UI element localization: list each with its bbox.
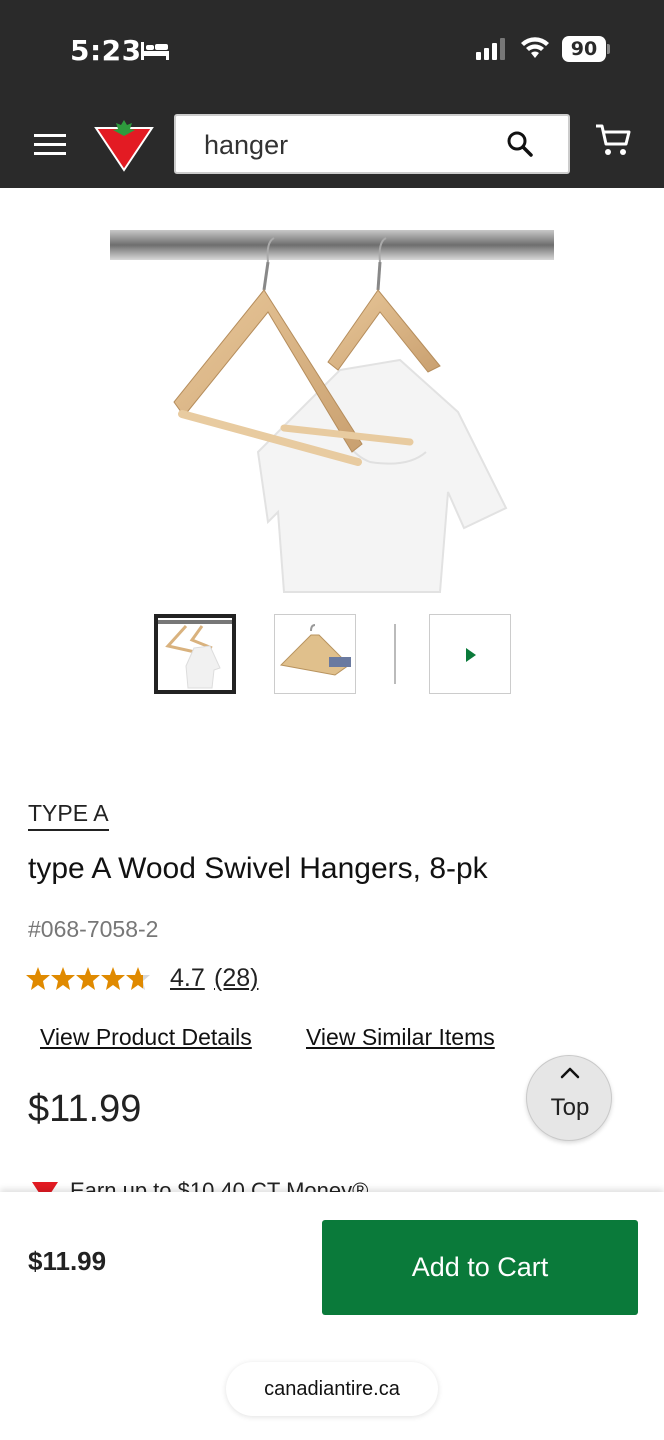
product-brand-link[interactable]: TYPE A bbox=[28, 800, 109, 831]
product-title: type A Wood Swivel Hangers, 8-pk bbox=[28, 852, 488, 885]
add-to-cart-button[interactable]: Add to Cart bbox=[322, 1220, 638, 1315]
product-price: $11.99 bbox=[28, 1088, 142, 1130]
product-sku: #068-7058-2 bbox=[28, 916, 159, 942]
thumbnail-2[interactable] bbox=[274, 614, 356, 694]
status-time: 5:23 bbox=[70, 34, 142, 67]
browser-url-bar[interactable]: canadiantire.ca bbox=[226, 1362, 438, 1416]
search-input-value: hanger bbox=[204, 130, 289, 160]
chevron-up-icon bbox=[560, 1067, 580, 1079]
ct-money-earn-text: Earn up to $10.40 CT Money® bbox=[70, 1178, 369, 1192]
view-product-details-link[interactable]: View Product Details bbox=[40, 1024, 252, 1051]
hamburger-menu-icon[interactable] bbox=[34, 132, 68, 158]
battery-tip bbox=[607, 44, 610, 54]
review-count-link[interactable]: (28) bbox=[214, 964, 258, 993]
sleep-mode-icon bbox=[141, 42, 169, 60]
search-icon[interactable] bbox=[506, 130, 534, 158]
canadian-tire-logo[interactable] bbox=[94, 118, 154, 172]
thumbnail-2-image bbox=[279, 624, 351, 676]
back-to-top-label: Top bbox=[550, 1094, 590, 1121]
wifi-icon bbox=[521, 37, 549, 58]
ct-money-earn-row: Earn up to $10.40 CT Money® bbox=[28, 1174, 648, 1192]
thumbnail-video[interactable] bbox=[429, 614, 511, 694]
rating-value-link[interactable]: 4.7 bbox=[170, 964, 205, 993]
browser-url-text: canadiantire.ca bbox=[264, 1378, 400, 1400]
product-main-image[interactable] bbox=[108, 222, 556, 594]
cellular-signal-icon bbox=[476, 38, 505, 60]
cart-icon[interactable] bbox=[594, 122, 632, 158]
play-icon bbox=[466, 648, 476, 662]
thumbnail-1[interactable] bbox=[154, 614, 236, 694]
back-to-top-button[interactable]: Top bbox=[526, 1055, 612, 1141]
thumbnail-1-image bbox=[158, 620, 232, 689]
sticky-price: $11.99 bbox=[28, 1246, 107, 1276]
ct-triangle-icon bbox=[32, 1182, 58, 1192]
status-bar: 5:23 90 bbox=[0, 0, 664, 100]
thumbnail-divider bbox=[394, 624, 396, 684]
search-input[interactable]: hanger bbox=[174, 114, 570, 174]
battery-level: 90 bbox=[562, 36, 606, 62]
rating-stars bbox=[26, 967, 150, 990]
view-similar-items-link[interactable]: View Similar Items bbox=[306, 1024, 495, 1051]
